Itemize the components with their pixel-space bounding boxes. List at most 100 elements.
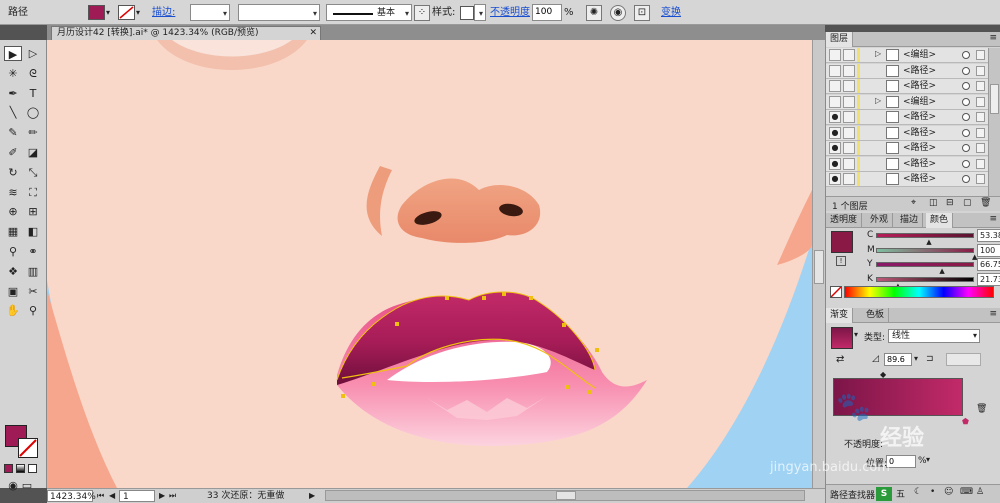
prev-page-icon[interactable]: ◀ <box>109 490 115 502</box>
locate-object-icon[interactable]: ⌖ <box>911 198 916 208</box>
visibility-eye-icon[interactable] <box>829 80 841 92</box>
target-circle-icon[interactable] <box>962 128 970 137</box>
transform-link[interactable]: 变换 <box>661 4 681 21</box>
next-page-icon[interactable]: ▶ <box>159 490 165 502</box>
channel-value[interactable]: 21.73 <box>977 272 1000 286</box>
rotate-icon[interactable]: ↻ <box>4 165 22 180</box>
artboard-canvas[interactable] <box>47 40 812 488</box>
reverse-gradient-icon[interactable]: ⇄ <box>836 354 844 365</box>
shape-builder-icon[interactable]: ⊕ <box>4 204 22 219</box>
lock-toggle[interactable] <box>843 80 855 92</box>
lock-toggle[interactable] <box>843 111 855 123</box>
eraser-icon[interactable]: ◪ <box>24 145 42 160</box>
graphic-style-swatch[interactable] <box>460 6 474 20</box>
lock-toggle[interactable] <box>843 173 855 185</box>
selection-icon[interactable]: ▶ <box>4 46 22 61</box>
channel-value[interactable]: 100 <box>977 243 1000 257</box>
eyedropper-icon[interactable]: ⚲ <box>4 244 22 259</box>
gradient-angle-input[interactable] <box>884 353 912 366</box>
none-swatch[interactable] <box>830 286 842 298</box>
target-circle-icon[interactable] <box>962 113 970 121</box>
ime-user-icon[interactable]: ♙ <box>976 487 984 497</box>
new-layer-icon[interactable]: ▢ <box>963 198 972 208</box>
horizontal-scrollbar[interactable] <box>325 490 805 501</box>
target-circle-icon[interactable] <box>962 82 970 90</box>
none-mode-icon[interactable] <box>28 464 37 473</box>
channel-track[interactable] <box>876 233 974 238</box>
tab-color[interactable]: 颜色 <box>926 213 954 228</box>
stroke-link[interactable]: 描边: <box>152 4 175 21</box>
opacity-link[interactable]: 不透明度 <box>490 4 530 21</box>
selection-indicator[interactable] <box>976 81 985 91</box>
panel-menu-icon[interactable]: ≡ <box>989 214 997 224</box>
disclosure-triangle-icon[interactable]: ▷ <box>875 49 881 58</box>
layer-row[interactable]: ▷ <编组> <box>826 94 988 110</box>
selection-indicator[interactable] <box>976 50 985 60</box>
opacity-input[interactable] <box>532 4 562 21</box>
selection-indicator[interactable] <box>976 158 985 169</box>
layer-row[interactable]: ▷ <编组> <box>826 48 988 63</box>
lock-toggle[interactable] <box>843 49 855 61</box>
channel-value[interactable]: 66.75 <box>977 258 1000 271</box>
recolor-artwork-icon[interactable]: ✺ <box>586 5 602 21</box>
zoom-icon[interactable]: ⚲ <box>24 303 42 318</box>
visibility-eye-icon[interactable] <box>829 95 841 108</box>
direct-selection-icon[interactable]: ▷ <box>24 46 42 61</box>
new-sublayer-icon[interactable]: ⊟ <box>946 198 954 208</box>
pen-icon[interactable]: ✒ <box>4 86 22 101</box>
layers-scrollbar[interactable] <box>988 48 1000 196</box>
target-circle-icon[interactable] <box>962 51 970 59</box>
symbol-sprayer-icon[interactable]: ❖ <box>4 264 22 279</box>
selection-indicator[interactable] <box>976 96 985 107</box>
chevron-down-icon[interactable]: ▾ <box>914 354 918 363</box>
fill-dropdown-arrow-icon[interactable]: ▾ <box>106 4 110 21</box>
channel-track[interactable] <box>876 276 974 282</box>
stroke-dropdown-arrow-icon[interactable]: ▾ <box>136 4 140 21</box>
layer-row[interactable]: ● <路径> <box>826 110 988 125</box>
page-field[interactable]: 1 <box>119 490 155 502</box>
layer-row[interactable]: <路径> <box>826 79 988 94</box>
selection-indicator[interactable] <box>976 65 985 76</box>
visibility-eye-icon[interactable]: ● <box>829 142 841 154</box>
blob-brush-icon[interactable]: ✐ <box>4 145 22 160</box>
color-spectrum-bar[interactable] <box>844 286 994 298</box>
ellipse-icon[interactable]: ◯ <box>24 105 42 120</box>
visibility-eye-icon[interactable] <box>829 49 841 61</box>
stroke-swatch[interactable] <box>18 438 38 458</box>
stop-location-input[interactable] <box>886 455 916 468</box>
visibility-eye-icon[interactable]: ● <box>829 126 841 139</box>
lock-toggle[interactable] <box>843 157 855 170</box>
blend-icon[interactable]: ⚭ <box>24 244 42 259</box>
visibility-eye-icon[interactable]: ● <box>829 157 841 170</box>
scroll-thumb[interactable] <box>814 250 824 284</box>
screen-mode-icon[interactable]: ▭ <box>18 478 36 493</box>
pathfinder-tab[interactable]: 路径查找器 <box>830 488 875 501</box>
zoom-field[interactable]: 1423.34% <box>47 490 96 502</box>
target-circle-icon[interactable] <box>962 144 970 152</box>
target-circle-icon[interactable] <box>962 97 970 106</box>
tab-gradient[interactable]: 渐变 <box>826 308 854 323</box>
lock-toggle[interactable] <box>843 126 855 139</box>
status-menu-arrow-icon[interactable]: ▶ <box>309 490 315 502</box>
visibility-eye-icon[interactable] <box>829 64 841 77</box>
lasso-icon[interactable]: ᘓ <box>24 66 42 81</box>
panel-menu-icon[interactable]: ≡ <box>989 33 997 43</box>
target-circle-icon[interactable] <box>962 66 970 75</box>
selection-indicator[interactable] <box>976 174 985 184</box>
aspect-ratio-input[interactable] <box>946 353 981 366</box>
lock-toggle[interactable] <box>843 64 855 77</box>
close-icon[interactable]: ✕ <box>309 27 317 40</box>
magic-wand-icon[interactable]: ✳ <box>4 66 22 81</box>
ime-punct-icon[interactable]: • <box>930 487 935 497</box>
stroke-weight-dropdown[interactable]: ▾ <box>190 4 230 21</box>
layer-row[interactable]: ● <路径> <box>826 125 988 141</box>
gradient-mode-icon[interactable] <box>16 464 25 473</box>
trash-icon[interactable]: 🗑 <box>980 198 991 208</box>
visibility-eye-icon[interactable]: ● <box>829 173 841 185</box>
color-mode-icon[interactable] <box>4 464 13 473</box>
tab-stroke[interactable]: 描边 <box>896 213 924 228</box>
chevron-down-icon[interactable]: ▾ <box>926 455 930 464</box>
channel-value[interactable]: 53.38 <box>977 229 1000 242</box>
first-page-icon[interactable]: ⏮ <box>97 490 104 502</box>
free-transform-icon[interactable]: ⛶ <box>24 185 42 200</box>
